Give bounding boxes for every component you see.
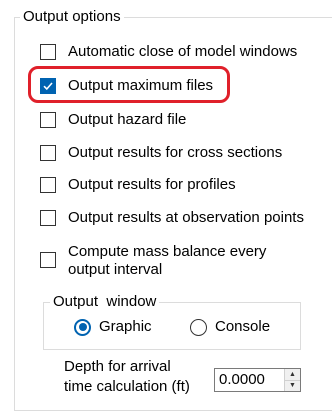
checkbox-row-observation-points[interactable]: Output results at observation points bbox=[40, 209, 304, 227]
caret-down-icon[interactable]: ▼ bbox=[285, 379, 300, 391]
mass-balance-label: Compute mass balance every output interv… bbox=[68, 243, 267, 278]
profiles-label: Output results for profiles bbox=[68, 176, 236, 193]
checkbox-row-mass-balance[interactable]: Compute mass balance every output interv… bbox=[40, 243, 278, 279]
radio-row-console[interactable]: Console bbox=[190, 318, 270, 336]
cross-sections-checkbox[interactable] bbox=[40, 145, 56, 161]
console-label: Console bbox=[215, 318, 271, 335]
depth-label: Depth for arrival time calculation (ft) bbox=[64, 358, 190, 396]
checkbox-row-output-hazard-file[interactable]: Output hazard file bbox=[40, 111, 186, 129]
observation-points-checkbox[interactable] bbox=[40, 210, 56, 226]
mass-balance-checkbox[interactable] bbox=[40, 252, 56, 268]
graphic-radio[interactable] bbox=[74, 318, 91, 336]
auto-close-checkbox[interactable] bbox=[40, 44, 56, 60]
highlight-annotation bbox=[28, 66, 230, 103]
output-window-title: Output window bbox=[50, 293, 160, 311]
caret-up-icon[interactable]: ▲ bbox=[285, 369, 300, 380]
output-options-title: Output options bbox=[20, 8, 124, 26]
depth-spinbox[interactable]: ▲ ▼ bbox=[214, 368, 301, 392]
output-hazard-file-label: Output hazard file bbox=[68, 111, 187, 128]
checkbox-row-auto-close[interactable]: Automatic close of model windows bbox=[40, 43, 297, 61]
spin-buttons: ▲ ▼ bbox=[284, 369, 300, 391]
depth-input[interactable] bbox=[215, 369, 284, 391]
observation-points-label: Output results at observation points bbox=[68, 209, 304, 226]
profiles-checkbox[interactable] bbox=[40, 177, 56, 193]
depth-label-line2: time calculation (ft) bbox=[64, 378, 190, 395]
checkbox-row-profiles[interactable]: Output results for profiles bbox=[40, 176, 236, 194]
auto-close-label: Automatic close of model windows bbox=[68, 43, 298, 60]
cross-sections-label: Output results for cross sections bbox=[68, 144, 283, 161]
depth-label-line1: Depth for arrival bbox=[64, 358, 171, 375]
checkbox-row-cross-sections[interactable]: Output results for cross sections bbox=[40, 144, 282, 162]
radio-row-graphic[interactable]: Graphic bbox=[74, 318, 152, 336]
graphic-label: Graphic bbox=[99, 318, 152, 335]
console-radio[interactable] bbox=[190, 318, 207, 336]
output-hazard-file-checkbox[interactable] bbox=[40, 112, 56, 128]
